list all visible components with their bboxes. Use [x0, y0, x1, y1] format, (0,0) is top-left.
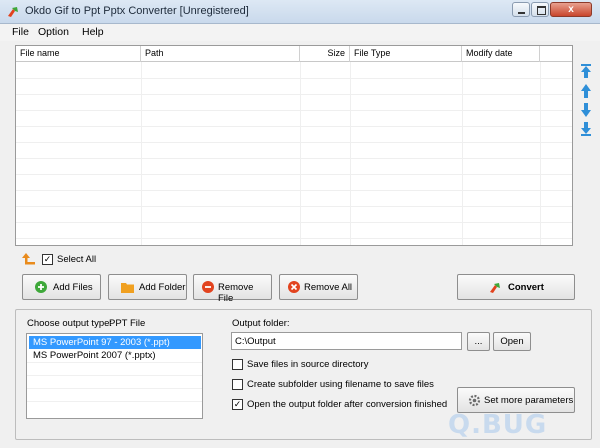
grid-row-line — [16, 94, 572, 95]
list-row-line — [27, 362, 202, 363]
remove-file-button[interactable]: Remove File — [193, 274, 272, 304]
plus-circle-icon — [35, 281, 47, 293]
move-top-icon[interactable] — [580, 64, 592, 78]
app-logo-icon — [8, 7, 18, 17]
x-circle-icon — [288, 281, 300, 293]
output-type-option-pptx[interactable]: MS PowerPoint 2007 (*.pptx) — [29, 349, 201, 362]
convert-label: Convert — [508, 282, 544, 293]
watermark-logo: Q.BUG — [448, 410, 548, 440]
remove-all-label: Remove All — [304, 282, 353, 293]
grid-row-line — [16, 126, 572, 127]
convert-button[interactable]: Convert — [457, 274, 575, 300]
output-folder-input[interactable] — [231, 332, 462, 350]
menu-file[interactable]: File — [12, 26, 29, 38]
file-list-header: File name Path Size File Type Modify dat… — [16, 46, 572, 62]
column-size[interactable]: Size — [300, 46, 350, 62]
create-subfolder-checkbox[interactable] — [232, 379, 243, 390]
window-title: Okdo Gif to Ppt Pptx Converter [Unregist… — [25, 5, 249, 17]
file-list[interactable]: File name Path Size File Type Modify dat… — [15, 45, 573, 246]
add-folder-button[interactable]: Add Folder — [108, 274, 187, 300]
grid-row-line — [16, 78, 572, 79]
remove-all-button[interactable]: Remove All — [279, 274, 358, 300]
convert-icon — [488, 281, 500, 293]
column-modify-date[interactable]: Modify date — [462, 46, 540, 62]
title-bar[interactable]: Okdo Gif to Ppt Pptx Converter [Unregist… — [0, 0, 600, 24]
select-up-arrow-icon[interactable] — [22, 253, 36, 265]
grid-row-line — [16, 110, 572, 111]
folder-icon — [121, 281, 134, 293]
column-file-name[interactable]: File name — [16, 46, 141, 62]
open-after-checkbox[interactable]: ✓ — [232, 399, 243, 410]
output-type-label: Choose output type: — [27, 318, 113, 329]
minimize-button[interactable] — [512, 2, 530, 17]
gear-icon — [468, 394, 481, 407]
column-path[interactable]: Path — [141, 46, 300, 62]
open-after-label: Open the output folder after conversion … — [247, 399, 448, 410]
remove-file-label: Remove File — [218, 282, 254, 304]
move-bottom-icon[interactable] — [580, 122, 592, 136]
grid-divider — [350, 62, 351, 245]
add-folder-label: Add Folder — [139, 282, 186, 293]
move-up-icon[interactable] — [580, 84, 592, 98]
grid-row-line — [16, 206, 572, 207]
save-in-source-label: Save files in source directory — [247, 359, 369, 370]
maximize-button[interactable] — [531, 2, 549, 17]
grid-row-line — [16, 174, 572, 175]
output-type-list[interactable]: MS PowerPoint 97 - 2003 (*.ppt) MS Power… — [26, 333, 203, 419]
grid-row-line — [16, 190, 572, 191]
menu-help[interactable]: Help — [82, 26, 104, 38]
grid-row-line — [16, 142, 572, 143]
save-in-source-checkbox[interactable] — [232, 359, 243, 370]
select-all-checkbox[interactable]: ✓ — [42, 254, 53, 265]
add-files-button[interactable]: Add Files — [22, 274, 101, 300]
grid-row-line — [16, 238, 572, 239]
set-parameters-label: Set more parameters — [484, 395, 574, 406]
select-all-label: Select All — [57, 254, 97, 265]
output-type-current: PPT File — [109, 318, 146, 329]
close-icon: x — [568, 4, 574, 15]
list-row-line — [27, 401, 202, 402]
minus-circle-icon — [202, 281, 214, 293]
column-file-type[interactable]: File Type — [350, 46, 462, 62]
grid-divider — [300, 62, 301, 245]
browse-button[interactable]: ... — [467, 332, 490, 351]
create-subfolder-label: Create subfolder using filename to save … — [247, 379, 434, 390]
menu-option[interactable]: Option — [38, 26, 69, 38]
output-folder-label: Output folder: — [232, 318, 290, 329]
move-down-icon[interactable] — [580, 103, 592, 117]
list-row-line — [27, 388, 202, 389]
close-button[interactable]: x — [550, 2, 592, 17]
grid-divider — [462, 62, 463, 245]
open-folder-button[interactable]: Open — [493, 332, 531, 351]
grid-row-line — [16, 222, 572, 223]
grid-divider — [141, 62, 142, 245]
menu-bar: File Option Help — [0, 24, 600, 41]
grid-divider — [540, 62, 541, 245]
grid-row-line — [16, 158, 572, 159]
add-files-label: Add Files — [53, 282, 93, 293]
output-type-option-ppt[interactable]: MS PowerPoint 97 - 2003 (*.ppt) — [29, 336, 201, 349]
list-row-line — [27, 375, 202, 376]
